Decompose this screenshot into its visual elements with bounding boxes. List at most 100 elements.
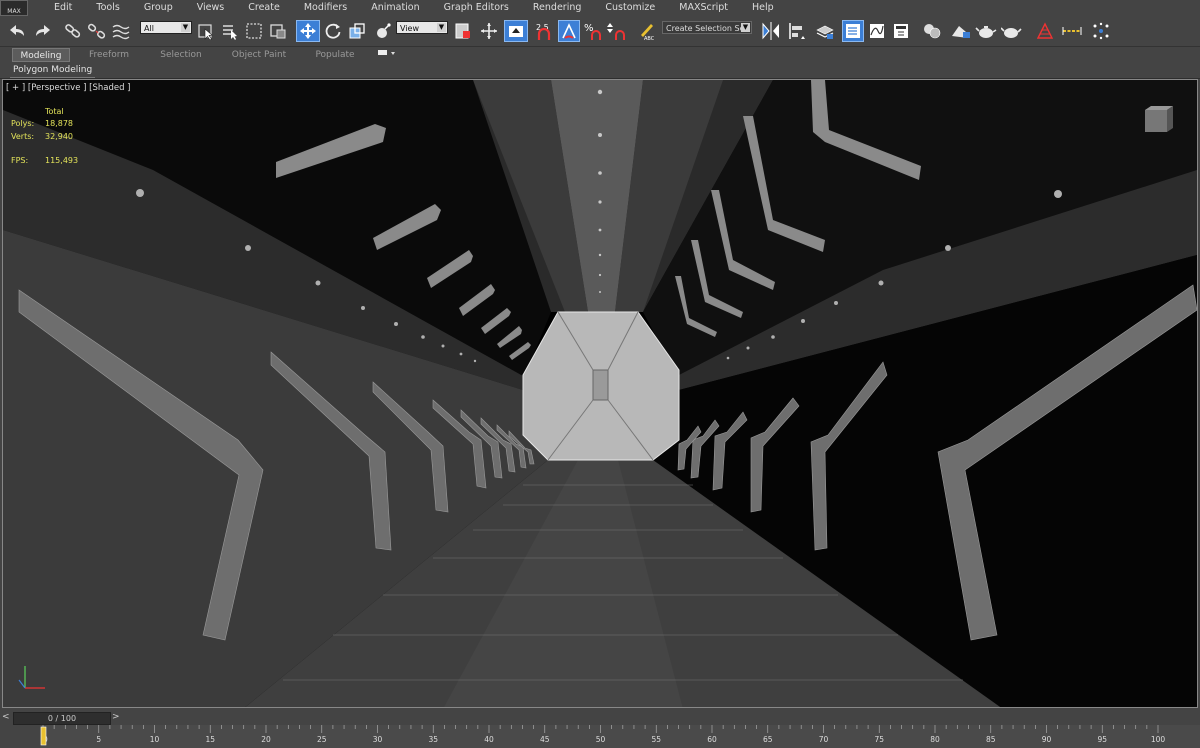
snap-icon: 2.5	[536, 23, 551, 40]
select-object-button[interactable]	[196, 20, 216, 42]
rendered-frame-window-button[interactable]	[974, 20, 998, 42]
unlink-selection-button[interactable]	[86, 20, 108, 42]
tab-object-paint[interactable]: Object Paint	[224, 48, 294, 62]
menu-help[interactable]: Help	[740, 0, 786, 16]
tab-modeling[interactable]: Modeling	[12, 48, 70, 62]
material-spheres-icon	[924, 24, 941, 39]
polygon-modeling-panel-button[interactable]: Polygon Modeling	[10, 63, 96, 78]
viewport-scene	[3, 80, 1197, 707]
render-setup-button[interactable]	[948, 20, 972, 42]
snaps-toggle-button[interactable]: 2.5	[534, 20, 556, 42]
menu-create[interactable]: Create	[236, 0, 292, 16]
unlink-icon	[87, 23, 106, 39]
particle-view-button[interactable]	[1090, 20, 1112, 42]
civil-view-icon	[1036, 22, 1054, 39]
track-bar-ruler[interactable]: 0510152025303540455055606570758085909510…	[40, 725, 1200, 748]
ruler-tick-label: 60	[707, 735, 717, 744]
ruler-tick-label: 50	[596, 735, 606, 744]
app-logo[interactable]: MAX	[0, 0, 28, 16]
mirror-button[interactable]	[760, 20, 782, 42]
select-by-name-button[interactable]	[220, 20, 240, 42]
menu-tools[interactable]: Tools	[84, 0, 131, 16]
reference-coordinate-dropdown[interactable]: View ▼	[396, 21, 448, 34]
time-slider[interactable]: < 0 / 100 >	[0, 711, 122, 725]
toggle-scene-explorer-button[interactable]	[842, 20, 864, 42]
named-selection-dropdown[interactable]: Create Selection Se ▼	[662, 21, 752, 34]
rectangular-selection-button[interactable]	[244, 20, 264, 42]
window-crossing-button[interactable]	[268, 20, 288, 42]
keyboard-shortcut-override-button[interactable]	[504, 20, 528, 42]
viewport-point-of-view-menu[interactable]: [Perspective ]	[28, 83, 87, 93]
menu-views[interactable]: Views	[185, 0, 237, 16]
measure-distance-button[interactable]	[1060, 20, 1084, 42]
perspective-viewport[interactable]: [ + ] [Perspective ] [Shaded ] Total Pol…	[2, 79, 1198, 708]
ruler-tick-label: 65	[763, 735, 773, 744]
undo-button[interactable]	[8, 20, 28, 42]
pencil-abc-icon: ABC	[641, 24, 655, 41]
manipulate-button[interactable]	[478, 20, 500, 42]
select-and-place-button[interactable]	[372, 20, 394, 42]
material-editor-button[interactable]	[920, 20, 944, 42]
redo-button[interactable]	[32, 20, 52, 42]
layer-explorer-button[interactable]	[814, 20, 836, 42]
select-and-move-button[interactable]	[296, 20, 320, 42]
ruler-tick-label: 45	[540, 735, 550, 744]
stats-fps-label: FPS:	[11, 155, 29, 165]
render-setup-icon	[952, 26, 970, 38]
particles-icon	[1093, 22, 1109, 40]
tab-populate[interactable]: Populate	[306, 48, 364, 62]
time-slider-thumb[interactable]: 0 / 100	[13, 712, 111, 725]
select-and-scale-button[interactable]	[346, 20, 368, 42]
viewport-statistics: Total Polys: 18,878 Verts: 32,940 FPS: 115,…	[11, 106, 78, 167]
menu-group[interactable]: Group	[132, 0, 185, 16]
door-center-panel	[592, 369, 609, 401]
tab-selection[interactable]: Selection	[150, 48, 212, 62]
ruler-tick-label: 15	[205, 735, 215, 744]
stats-header: Total	[45, 107, 64, 116]
reference-coordinate-value: View	[400, 24, 419, 33]
viewport-shading-menu[interactable]: [Shaded ]	[89, 83, 130, 93]
schematic-view-button[interactable]	[890, 20, 912, 42]
menu-edit[interactable]: Edit	[42, 0, 84, 16]
menu-rendering[interactable]: Rendering	[521, 0, 594, 16]
pivot-center-button[interactable]	[452, 20, 474, 42]
percent-snap-toggle-button[interactable]: %	[582, 20, 604, 42]
spinner-snap-toggle-button[interactable]	[606, 20, 628, 42]
selection-filter-dropdown[interactable]: All ▼	[140, 21, 192, 34]
move-icon	[300, 23, 316, 39]
curve-editor-button[interactable]	[866, 20, 888, 42]
menu-bar: MAX Edit Tools Group Views Create Modifi…	[0, 0, 1200, 16]
menu-customize[interactable]: Customize	[593, 0, 667, 16]
angle-snap-toggle-button[interactable]	[558, 20, 580, 42]
viewport-general-menu[interactable]: [ + ]	[6, 83, 25, 93]
bind-to-space-warp-button[interactable]	[110, 20, 132, 42]
menu-graph-editors[interactable]: Graph Editors	[432, 0, 521, 16]
ruler-tick-label: 5	[96, 735, 101, 744]
render-production-button[interactable]	[1000, 20, 1024, 42]
menu-animation[interactable]: Animation	[359, 0, 431, 16]
space-warp-icon	[112, 24, 130, 40]
edit-named-selection-button[interactable]: ABC	[636, 20, 658, 42]
viewcube[interactable]	[1145, 106, 1173, 132]
ruler-tick-label: 10	[150, 735, 160, 744]
ruler-tick-label: 25	[317, 735, 327, 744]
menu-modifiers[interactable]: Modifiers	[292, 0, 359, 16]
list-icon	[223, 25, 237, 40]
select-and-rotate-button[interactable]	[322, 20, 344, 42]
svg-text:ABC: ABC	[644, 36, 655, 41]
civil-view-button[interactable]	[1034, 20, 1056, 42]
schematic-icon	[894, 24, 908, 38]
stats-verts-label: Verts:	[11, 131, 35, 141]
rectangle-selection-icon	[246, 23, 262, 39]
time-slider-next-arrow[interactable]: >	[112, 712, 120, 722]
menu-maxscript[interactable]: MAXScript	[667, 0, 740, 16]
place-icon	[377, 23, 391, 38]
curve-editor-icon	[870, 24, 884, 38]
tab-freeform[interactable]: Freeform	[80, 48, 138, 62]
current-frame-marker	[40, 726, 47, 746]
time-slider-prev-arrow[interactable]: <	[2, 712, 10, 722]
select-and-link-button[interactable]	[62, 20, 84, 42]
align-button[interactable]	[786, 20, 808, 42]
ruler-tick-label: 75	[874, 735, 884, 744]
ribbon-options-button[interactable]	[376, 48, 398, 62]
